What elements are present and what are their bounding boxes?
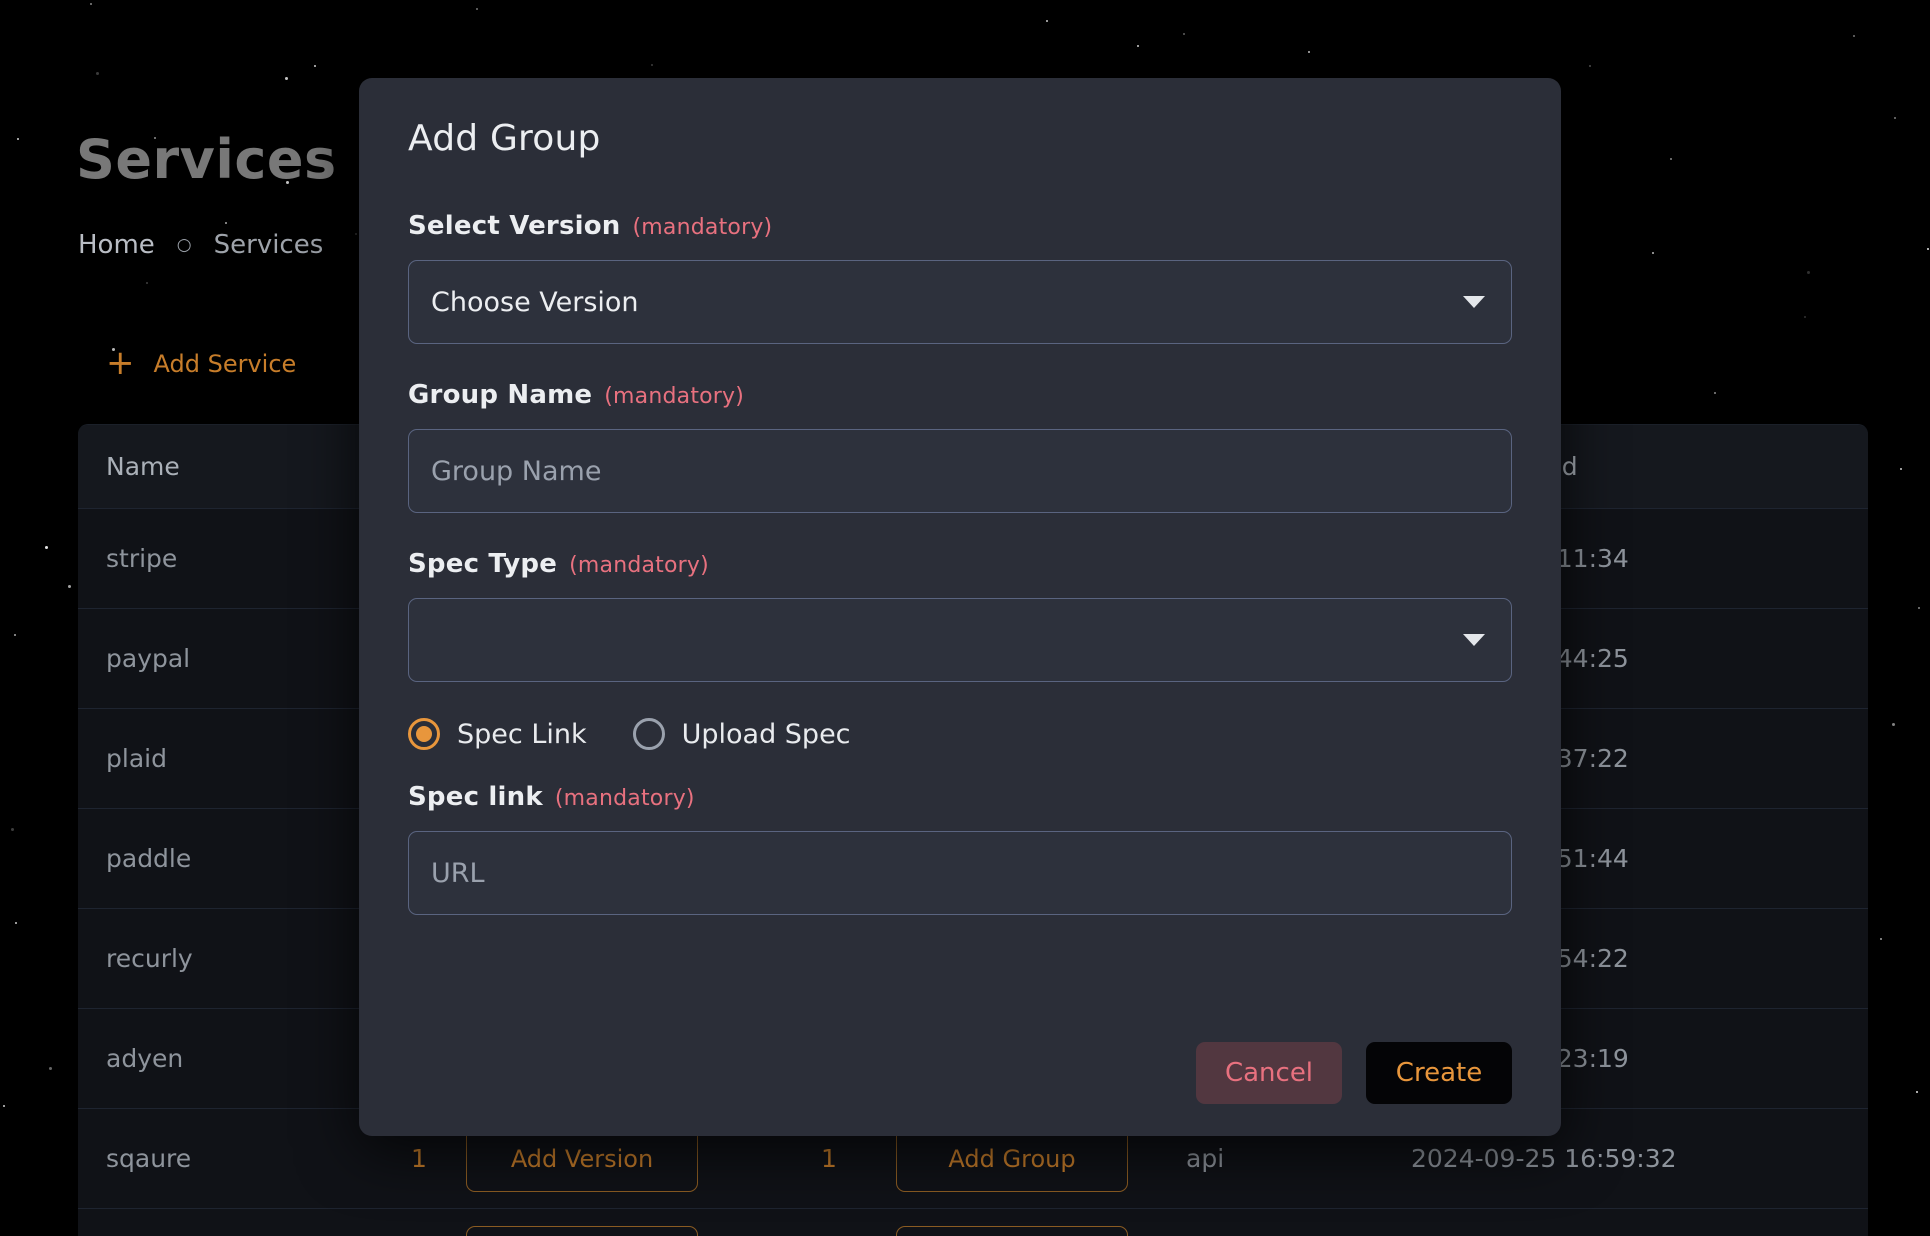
select-version-value: Choose Version bbox=[431, 286, 639, 318]
mandatory-tag: (mandatory) bbox=[569, 553, 709, 578]
add-version-button[interactable]: Add Version bbox=[466, 1225, 698, 1236]
add-group-button[interactable]: Add Group bbox=[896, 1225, 1128, 1236]
mandatory-tag: (mandatory) bbox=[554, 786, 695, 811]
plus-icon: + bbox=[106, 343, 135, 384]
radio-option-upload-spec-label: Upload Spec bbox=[681, 718, 851, 750]
group-name-label-text: Group Name bbox=[408, 380, 593, 410]
add-group-modal: Add Group Select Version (mandatory) Cho… bbox=[359, 78, 1561, 1136]
mandatory-tag: (mandatory) bbox=[604, 384, 745, 409]
table-row[interactable]: btcpay 1 Add Version 1 Add Group api 202… bbox=[78, 1209, 1868, 1236]
radio-selected-icon bbox=[408, 718, 440, 750]
modal-title: Add Group bbox=[408, 118, 601, 159]
select-version-label-text: Select Version bbox=[408, 211, 621, 241]
spec-link-label: Spec link (mandatory) bbox=[408, 782, 1512, 812]
radio-unselected-icon bbox=[632, 718, 665, 750]
spec-source-radio-group: Spec Link Upload Spec bbox=[408, 718, 1512, 750]
breadcrumb-item-services[interactable]: Services bbox=[214, 230, 324, 260]
spec-link-input[interactable]: URL bbox=[408, 831, 1512, 915]
breadcrumb-item-home[interactable]: Home bbox=[78, 230, 155, 260]
select-version-label: Select Version (mandatory) bbox=[408, 211, 1512, 241]
group-name-placeholder: Group Name bbox=[431, 455, 602, 487]
breadcrumb-separator-icon: ○ bbox=[176, 234, 192, 255]
spec-type-label: Spec Type (mandatory) bbox=[408, 549, 1512, 579]
spec-type-label-text: Spec Type bbox=[408, 549, 558, 579]
spec-link-label-text: Spec link bbox=[408, 782, 543, 812]
cell-date-created: 2024-09-25 16:59:32 bbox=[1411, 1144, 1677, 1173]
add-service-button[interactable]: + Add Service bbox=[106, 343, 297, 384]
radio-option-spec-link[interactable]: Spec Link bbox=[408, 718, 587, 750]
app-root: Services Home ○ Services + Add Service N… bbox=[0, 0, 1930, 1236]
chevron-down-icon bbox=[1463, 634, 1485, 646]
modal-footer: Cancel Create bbox=[1196, 1042, 1512, 1104]
radio-option-spec-link-label: Spec Link bbox=[457, 718, 587, 750]
page-title: Services bbox=[76, 128, 337, 191]
radio-option-upload-spec[interactable]: Upload Spec bbox=[632, 718, 851, 750]
group-name-label: Group Name (mandatory) bbox=[408, 380, 1512, 410]
chevron-down-icon bbox=[1463, 296, 1485, 308]
cell-versions-count[interactable]: 1 bbox=[411, 1144, 466, 1173]
add-service-label: Add Service bbox=[153, 350, 297, 378]
mandatory-tag: (mandatory) bbox=[632, 215, 773, 240]
cell-groups-count[interactable]: 1 bbox=[821, 1144, 896, 1173]
group-name-input[interactable]: Group Name bbox=[408, 429, 1512, 513]
cell-name: sqaure bbox=[106, 1144, 192, 1173]
spec-link-placeholder: URL bbox=[431, 857, 485, 889]
cancel-button[interactable]: Cancel bbox=[1196, 1042, 1342, 1104]
cell-type: api bbox=[1186, 1144, 1225, 1173]
create-button[interactable]: Create bbox=[1366, 1042, 1512, 1104]
breadcrumb: Home ○ Services bbox=[78, 230, 323, 260]
select-version-dropdown[interactable]: Choose Version bbox=[408, 260, 1512, 344]
spec-type-dropdown[interactable] bbox=[408, 598, 1512, 682]
